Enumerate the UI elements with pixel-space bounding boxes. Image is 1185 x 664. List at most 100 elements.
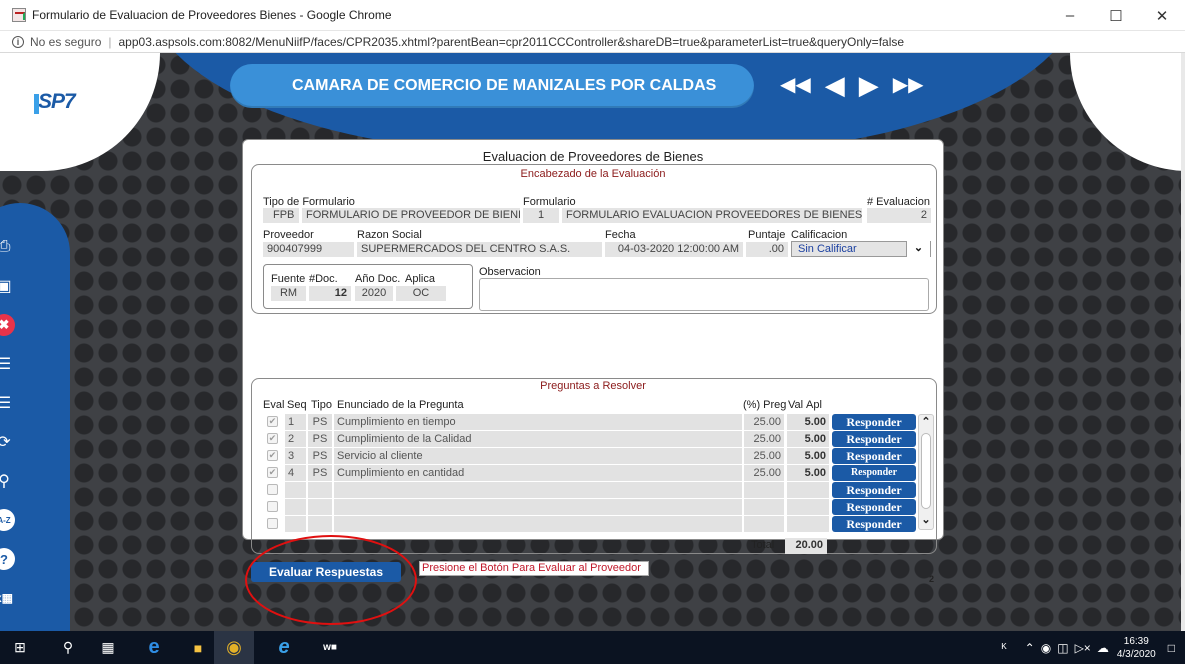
edge-icon[interactable]: e <box>134 631 174 664</box>
eval-checkbox[interactable]: ✔ <box>267 450 278 461</box>
eval-checkbox[interactable] <box>267 518 278 529</box>
num-doc-field[interactable]: 12 <box>309 286 351 301</box>
db-remove-icon[interactable]: ☰ <box>0 392 15 414</box>
notifications-icon[interactable]: □ <box>1168 641 1175 655</box>
col-apl: Apl <box>806 399 822 411</box>
refresh-icon[interactable]: ⟳ <box>0 431 15 453</box>
observacion-label: Observacion <box>479 266 541 278</box>
last-record-icon[interactable]: ▶▶ <box>893 73 924 97</box>
aplica-field[interactable]: OC <box>396 286 446 301</box>
next-record-icon[interactable]: ▶ <box>859 72 879 98</box>
tipo-desc-field: FORMULARIO DE PROVEEDOR DE BIENES <box>302 208 520 223</box>
responder-button[interactable]: Responder <box>832 516 916 532</box>
windows-start-icon[interactable]: ⊞ <box>0 631 40 664</box>
task-view-icon[interactable]: ▦ <box>88 631 128 664</box>
eval-checkbox[interactable]: ✔ <box>267 433 278 444</box>
info-icon[interactable]: i <box>12 35 24 48</box>
col-seq: Seq <box>287 399 307 411</box>
chrome-tray-icon[interactable]: ◉ <box>1041 641 1051 655</box>
app-favicon-icon <box>12 8 26 22</box>
formulario-label: Formulario <box>523 196 576 208</box>
eval-checkbox[interactable] <box>267 501 278 512</box>
people-icon[interactable]: ᴷ <box>1002 641 1007 655</box>
excel-icon[interactable]: x▦ <box>0 587 15 609</box>
responder-button[interactable]: Responder <box>832 465 916 481</box>
db-add-icon[interactable]: ☰ <box>0 353 15 375</box>
sort-az-icon[interactable]: A-Z <box>0 509 15 531</box>
tray-chevron-up-icon[interactable]: ⌃ <box>1025 641 1035 655</box>
responder-button[interactable]: Responder <box>832 499 916 515</box>
col-enunciado: Enunciado de la Pregunta <box>337 399 464 411</box>
fecha-field[interactable]: 04-03-2020 12:00:00 AM <box>605 242 743 257</box>
responder-button[interactable]: Responder <box>832 448 916 464</box>
previous-record-icon[interactable]: ◀ <box>825 72 845 98</box>
responder-button[interactable]: Responder <box>832 482 916 498</box>
search-doc-icon[interactable]: ⚲ <box>0 470 15 492</box>
network-icon[interactable]: ◫ <box>1057 641 1068 655</box>
formulario-num-field[interactable]: 1 <box>523 208 559 223</box>
address-bar[interactable]: i No es seguro | app03.aspsols.com:8082/… <box>0 31 1185 53</box>
volume-icon[interactable]: ▷× <box>1075 641 1091 655</box>
enunciado-cell <box>334 499 742 515</box>
responder-button[interactable]: Responder <box>832 414 916 430</box>
header-section-title: Encabezado de la Evaluación <box>520 168 666 180</box>
clock[interactable]: 16:39 4/3/2020 <box>1117 635 1156 661</box>
onedrive-icon[interactable]: ☁ <box>1097 641 1109 655</box>
eval-checkbox[interactable]: ✔ <box>267 416 278 427</box>
tipo-cell <box>308 516 332 532</box>
taskbar: ⊞ ⚲ ▦ e ■ ◉ e w■ ᴷ ⌃ ◉ ◫ ▷× ☁ 16:39 4/3/… <box>0 631 1185 664</box>
num-evaluacion-label: # Evaluacion <box>867 196 930 208</box>
questions-scrollbar[interactable]: ⌃ ⌄ <box>918 414 934 530</box>
seq-cell: 2 <box>285 431 306 447</box>
word-icon[interactable]: w■ <box>310 631 350 664</box>
address-separator: | <box>108 34 112 49</box>
system-tray: ᴷ ⌃ ◉ ◫ ▷× ☁ 16:39 4/3/2020 □ <box>1002 631 1185 664</box>
maximize-button[interactable]: ☐ <box>1093 0 1139 31</box>
tipo-cell <box>308 482 332 498</box>
question-row: ✔ 4 PS Cumplimiento en cantidad 25.00 5.00 Res… <box>260 465 916 481</box>
scroll-thumb[interactable] <box>921 433 931 509</box>
scroll-up-icon[interactable]: ⌃ <box>919 415 933 431</box>
enunciado-cell: Cumplimiento de la Calidad <box>334 431 742 447</box>
save-icon[interactable]: ▣ <box>0 275 15 297</box>
calificacion-select[interactable]: Sin Calificar ⌄ <box>791 241 931 257</box>
first-record-icon[interactable]: ◀◀ <box>780 73 811 97</box>
file-explorer-icon[interactable]: ■ <box>178 631 218 664</box>
val-cell <box>787 516 829 532</box>
puntaje-field: .00 <box>746 242 788 257</box>
anio-doc-field[interactable]: 2020 <box>355 286 393 301</box>
eval-checkbox[interactable] <box>267 484 278 495</box>
search-icon[interactable]: ⚲ <box>48 631 88 664</box>
page-scrollbar[interactable] <box>1181 53 1185 631</box>
tipo-cell: PS <box>308 414 332 430</box>
internet-explorer-icon[interactable]: e <box>264 631 304 664</box>
minimize-button[interactable]: – <box>1047 0 1093 31</box>
print-icon[interactable]: ⎙ <box>0 236 15 258</box>
cancel-icon[interactable]: ✖ <box>0 314 15 336</box>
question-row: ✔ 1 PS Cumplimiento en tiempo 25.00 5.00 Respo… <box>260 414 916 430</box>
eval-checkbox[interactable]: ✔ <box>267 467 278 478</box>
preg-cell: 25.00 <box>744 448 784 464</box>
total-label: Total <box>751 539 775 551</box>
chrome-icon[interactable]: ◉ <box>214 631 254 664</box>
responder-button[interactable]: Responder <box>832 431 916 447</box>
scroll-down-icon[interactable]: ⌄ <box>919 513 933 529</box>
close-window-button[interactable]: ✕ <box>1139 0 1185 31</box>
fuente-field[interactable]: RM <box>271 286 306 301</box>
proveedor-field[interactable]: 900407999 <box>263 242 354 257</box>
chevron-down-icon[interactable]: ⌄ <box>906 241 930 257</box>
preg-cell: 25.00 <box>744 465 784 481</box>
razon-social-field: SUPERMERCADOS DEL CENTRO S.A.S. <box>357 242 602 257</box>
observacion-field[interactable] <box>479 278 929 311</box>
num-doc-label: #Doc. <box>309 273 338 285</box>
header-right-area <box>1070 53 1185 171</box>
help-icon[interactable]: ? <box>0 548 15 570</box>
preg-cell <box>744 516 784 532</box>
tipo-code-field[interactable]: FPB <box>263 208 299 223</box>
col-val: Val <box>788 399 804 411</box>
app-logo: SP7 <box>34 90 76 114</box>
val-cell: 5.00 <box>787 448 829 464</box>
enunciado-cell: Cumplimiento en cantidad <box>334 465 742 481</box>
url-text[interactable]: app03.aspsols.com:8082/MenuNiifP/faces/C… <box>119 35 905 49</box>
evaluate-message: Presione el Botón Para Evaluar al Provee… <box>419 561 649 576</box>
